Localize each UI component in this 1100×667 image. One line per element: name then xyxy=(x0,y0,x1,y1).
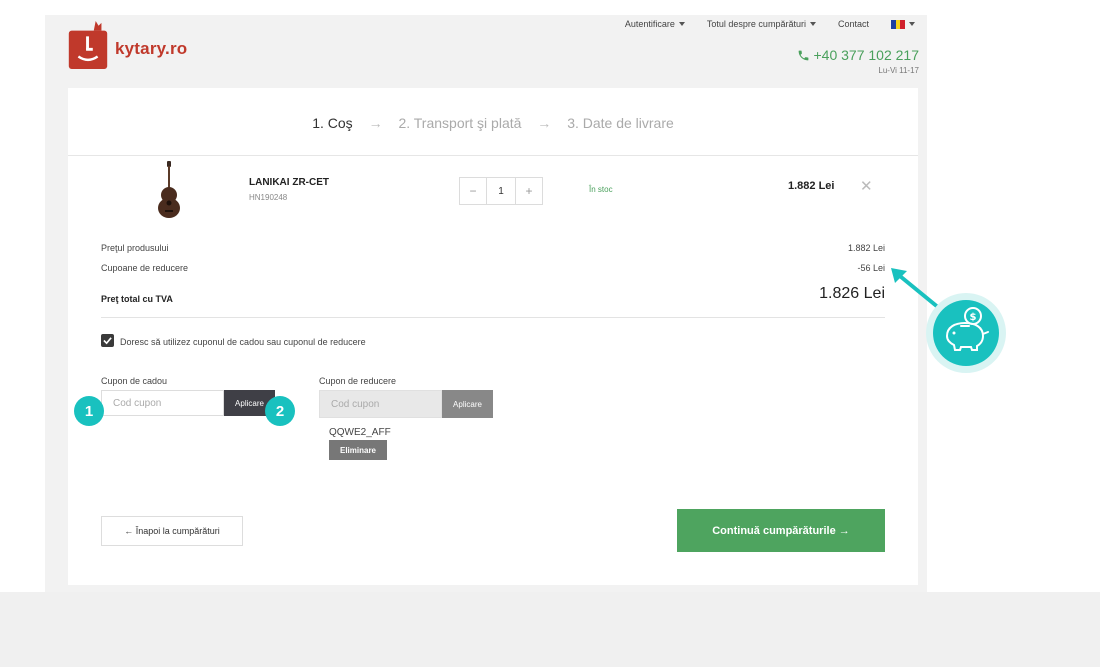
coupons-label: Cupoane de reducere xyxy=(101,263,189,273)
remove-coupon-button[interactable]: Eliminare xyxy=(329,440,387,460)
product-code: HN190248 xyxy=(249,193,288,202)
annotation-badge-1: 1 xyxy=(74,396,104,426)
shopping-info-menu[interactable]: Totul despre cumpărături xyxy=(707,19,816,29)
annotation-badge-2: 2 xyxy=(265,396,295,426)
piggy-bank-icon: $ xyxy=(926,293,1006,373)
step-arrow-icon: → xyxy=(537,115,552,131)
back-to-shopping-button[interactable]: ← Înapoi la cumpărături xyxy=(101,516,243,546)
phone-number: +40 377 102 217 xyxy=(813,47,920,63)
language-selector[interactable] xyxy=(891,19,915,29)
use-coupon-label[interactable]: Doresc să utilizez cuponul de cadou sau … xyxy=(120,337,366,347)
discount-coupon-apply-button[interactable]: Aplicare xyxy=(442,390,493,418)
remove-item-icon[interactable]: ✕ xyxy=(860,179,873,194)
step-shipping-payment[interactable]: 2. Transport şi plată xyxy=(398,115,521,131)
contact-link[interactable]: Contact xyxy=(838,19,869,29)
discount-coupon-input[interactable]: Cod cupon xyxy=(319,390,442,418)
chevron-down-icon xyxy=(678,22,685,26)
step-arrow-icon: → xyxy=(368,115,383,131)
phone-contact[interactable]: +40 377 102 217 xyxy=(797,47,920,63)
chevron-down-icon xyxy=(809,22,816,26)
product-name[interactable]: LANIKAI ZR-CET xyxy=(249,177,329,188)
shopping-info-label: Totul despre cumpărături xyxy=(706,19,806,29)
page-bottom-band xyxy=(0,592,1100,667)
applied-coupon-code: QQWE2_AFF xyxy=(329,427,391,438)
logo-guitar-icon xyxy=(68,21,108,69)
decrease-quantity-button[interactable]: − xyxy=(460,178,486,204)
product-price-label: Preţul produsului xyxy=(101,243,169,253)
total-value: 1.826 Lei xyxy=(819,285,885,302)
logo-text: kytary.ro xyxy=(115,39,188,58)
increase-quantity-button[interactable]: + xyxy=(516,178,542,204)
product-image[interactable] xyxy=(154,161,184,219)
total-label: Preţ total cu TVA xyxy=(101,294,173,304)
phone-icon xyxy=(798,50,808,60)
divider xyxy=(68,155,918,156)
top-navigation: Autentificare Totul despre cumpărături C… xyxy=(625,19,915,29)
product-price: 1.882 Lei xyxy=(788,180,835,192)
step-cart[interactable]: 1. Coş xyxy=(312,115,352,131)
continue-checkout-button[interactable]: Continuă cumpărăturile → xyxy=(677,509,885,552)
step-delivery-details[interactable]: 3. Date de livrare xyxy=(567,115,674,131)
login-label: Autentificare xyxy=(624,19,675,29)
gift-coupon-label: Cupon de cadou xyxy=(101,376,168,386)
romania-flag-icon xyxy=(891,19,906,29)
coupons-value: -56 Lei xyxy=(857,263,885,273)
checkout-steps: 1. Coş → 2. Transport şi plată → 3. Date… xyxy=(68,115,918,131)
chevron-down-icon xyxy=(909,22,915,26)
checkmark-icon xyxy=(103,337,112,345)
contact-label: Contact xyxy=(837,19,869,29)
gift-coupon-input[interactable]: Cod cupon xyxy=(101,390,224,416)
login-menu[interactable]: Autentificare xyxy=(625,19,685,29)
use-coupon-checkbox[interactable] xyxy=(101,334,114,347)
product-price-value: 1.882 Lei xyxy=(847,243,885,253)
opening-hours: Lu-Vi 11-17 xyxy=(878,66,919,75)
quantity-stepper: − 1 + xyxy=(459,177,543,205)
cart-card: 1. Coş → 2. Transport şi plată → 3. Date… xyxy=(68,88,918,585)
divider xyxy=(101,317,885,318)
discount-coupon-label: Cupon de reducere xyxy=(319,376,397,386)
stock-status: În stoc xyxy=(589,185,613,194)
quantity-value[interactable]: 1 xyxy=(486,178,516,204)
kytary-logo[interactable]: kytary.ro xyxy=(68,20,187,70)
svg-text:$: $ xyxy=(970,312,977,323)
